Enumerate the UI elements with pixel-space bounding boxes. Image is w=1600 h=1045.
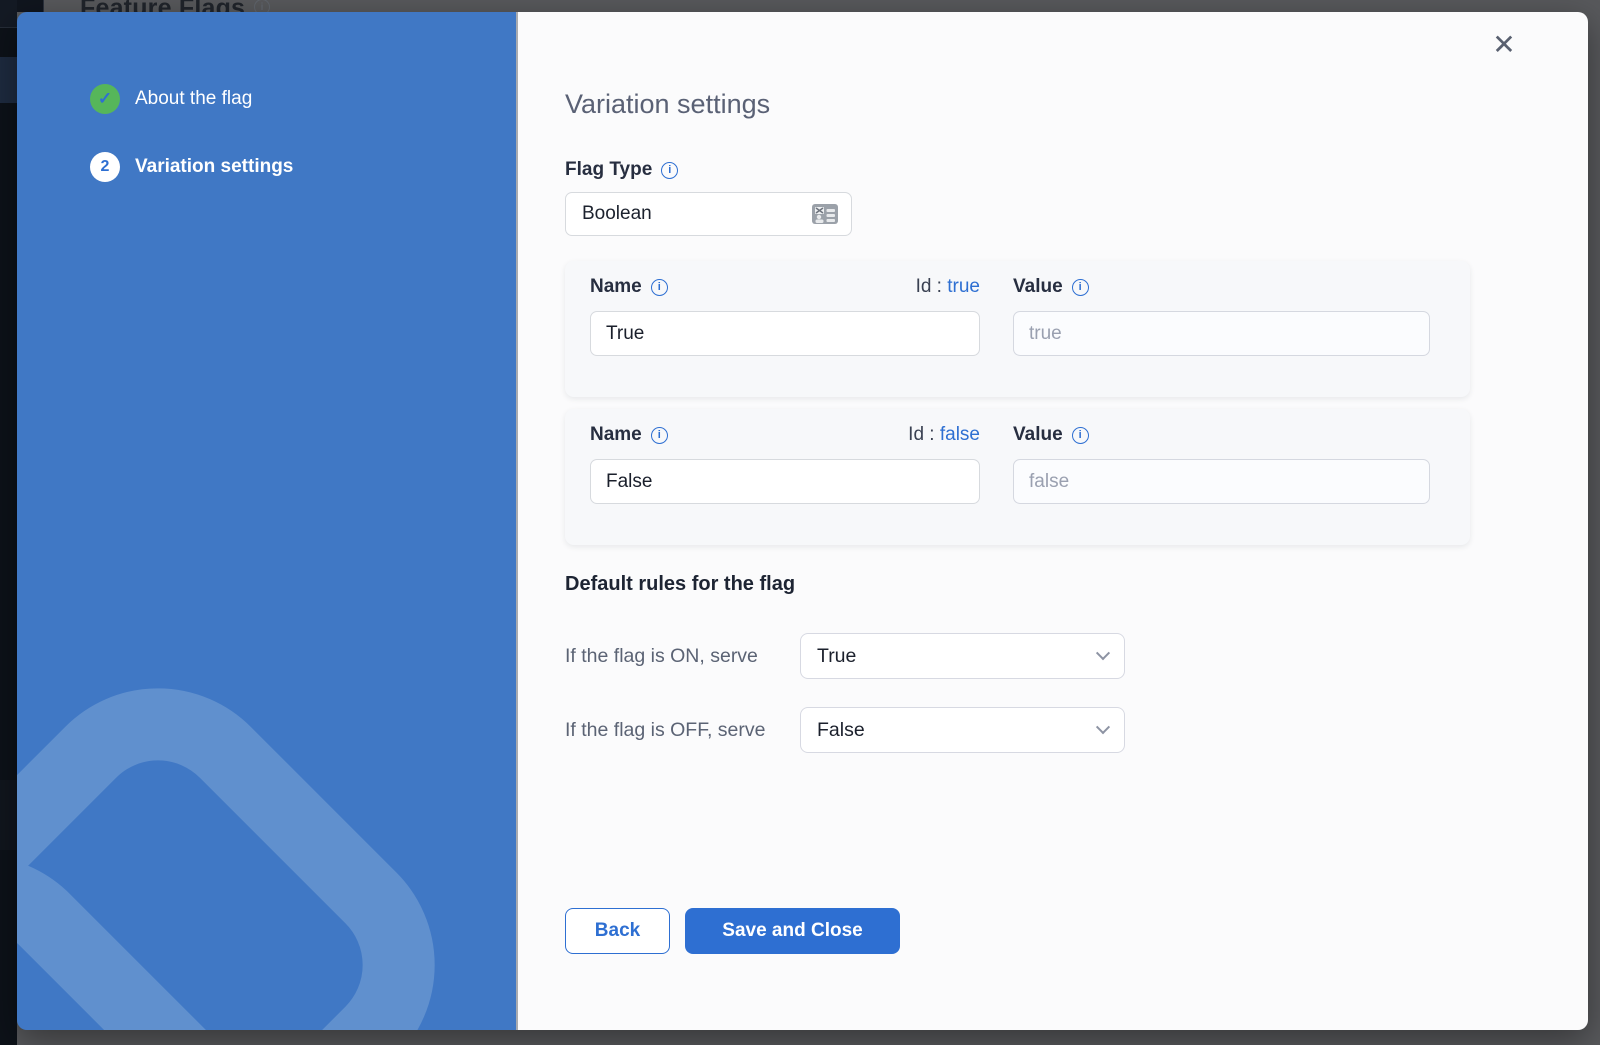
on-rule-label: If the flag is ON, serve	[565, 645, 800, 668]
variation-id: Id : false	[908, 424, 980, 446]
id-label: Id :	[908, 424, 934, 445]
app-nav-active-item	[0, 57, 17, 103]
rule-row-on: If the flag is ON, serve True	[565, 633, 1588, 679]
variation-card-false: Name i Id : false Value	[565, 409, 1470, 545]
step-complete-check-icon: ✓	[90, 84, 120, 114]
boolean-flag-type-icon	[811, 202, 839, 226]
step-label: About the flag	[135, 88, 252, 110]
info-icon[interactable]: i	[651, 427, 668, 444]
chevron-down-icon	[1096, 646, 1110, 660]
wizard-sidebar: ✓ About the flag 2 Variation settings	[17, 12, 518, 1030]
footer-buttons: Back Save and Close	[565, 908, 1588, 954]
variation-header-row: Name i Id : false Value	[590, 423, 1445, 504]
on-rule-select[interactable]: True	[800, 633, 1125, 679]
id-label: Id :	[916, 276, 942, 297]
info-icon[interactable]: i	[661, 162, 678, 179]
create-flag-modal: ✓ About the flag 2 Variation settings ✕ …	[17, 12, 1588, 1030]
name-label: Name	[590, 424, 642, 446]
flag-type-value: Boolean	[582, 203, 811, 225]
chevron-down-icon	[1096, 720, 1110, 734]
app-nav-item	[0, 780, 17, 850]
dimmed-page-header: Feature Flags i	[0, 0, 1600, 12]
step-label: Variation settings	[135, 156, 293, 178]
off-rule-select[interactable]: False	[800, 707, 1125, 753]
step-number-badge: 2	[90, 152, 120, 182]
page-title: Feature Flags i	[80, 0, 270, 12]
off-rule-value: False	[817, 719, 1098, 742]
value-label: Value	[1013, 276, 1063, 298]
app-logo-slot	[0, 0, 17, 28]
name-column: Name i Id : false	[590, 423, 980, 504]
variation-header-row: Name i Id : true Value	[590, 275, 1445, 356]
panel-title: Variation settings	[565, 88, 1588, 120]
panel-content: Variation settings Flag Type i Boolean	[518, 88, 1588, 954]
on-rule-value: True	[817, 645, 1098, 668]
value-label: Value	[1013, 424, 1063, 446]
page-title-text: Feature Flags	[80, 0, 245, 12]
default-rules-heading: Default rules for the flag	[565, 573, 1588, 596]
info-icon: i	[254, 0, 270, 12]
variation-value-input	[1013, 459, 1430, 504]
flag-type-label-row: Flag Type i	[565, 159, 1588, 181]
wizard-steps: ✓ About the flag 2 Variation settings	[17, 12, 518, 182]
flag-type-label: Flag Type	[565, 159, 652, 181]
variation-name-input[interactable]	[590, 459, 980, 504]
variation-value-input	[1013, 311, 1430, 356]
id-value-link[interactable]: true	[947, 276, 980, 297]
info-icon[interactable]: i	[1072, 279, 1089, 296]
step-variation-settings[interactable]: 2 Variation settings	[90, 152, 518, 182]
info-icon[interactable]: i	[1072, 427, 1089, 444]
app-nav-sidebar	[0, 0, 17, 1045]
back-button[interactable]: Back	[565, 908, 670, 954]
id-value-link[interactable]: false	[940, 424, 980, 445]
value-column: Value i	[1013, 423, 1430, 504]
info-icon[interactable]: i	[651, 279, 668, 296]
flag-type-select[interactable]: Boolean	[565, 192, 852, 236]
off-rule-label: If the flag is OFF, serve	[565, 719, 800, 742]
variation-settings-panel: ✕ Variation settings Flag Type i Boolean	[518, 12, 1588, 1030]
name-column: Name i Id : true	[590, 275, 980, 356]
close-icon[interactable]: ✕	[1490, 31, 1518, 59]
value-column: Value i	[1013, 275, 1430, 356]
step-about-the-flag[interactable]: ✓ About the flag	[90, 84, 518, 114]
variation-name-input[interactable]	[590, 311, 980, 356]
variation-card-true: Name i Id : true Value	[565, 261, 1470, 397]
variation-id: Id : true	[916, 276, 980, 298]
sidebar-divider	[516, 12, 518, 1030]
save-and-close-button[interactable]: Save and Close	[685, 908, 900, 954]
name-label: Name	[590, 276, 642, 298]
rule-row-off: If the flag is OFF, serve False	[565, 707, 1588, 753]
